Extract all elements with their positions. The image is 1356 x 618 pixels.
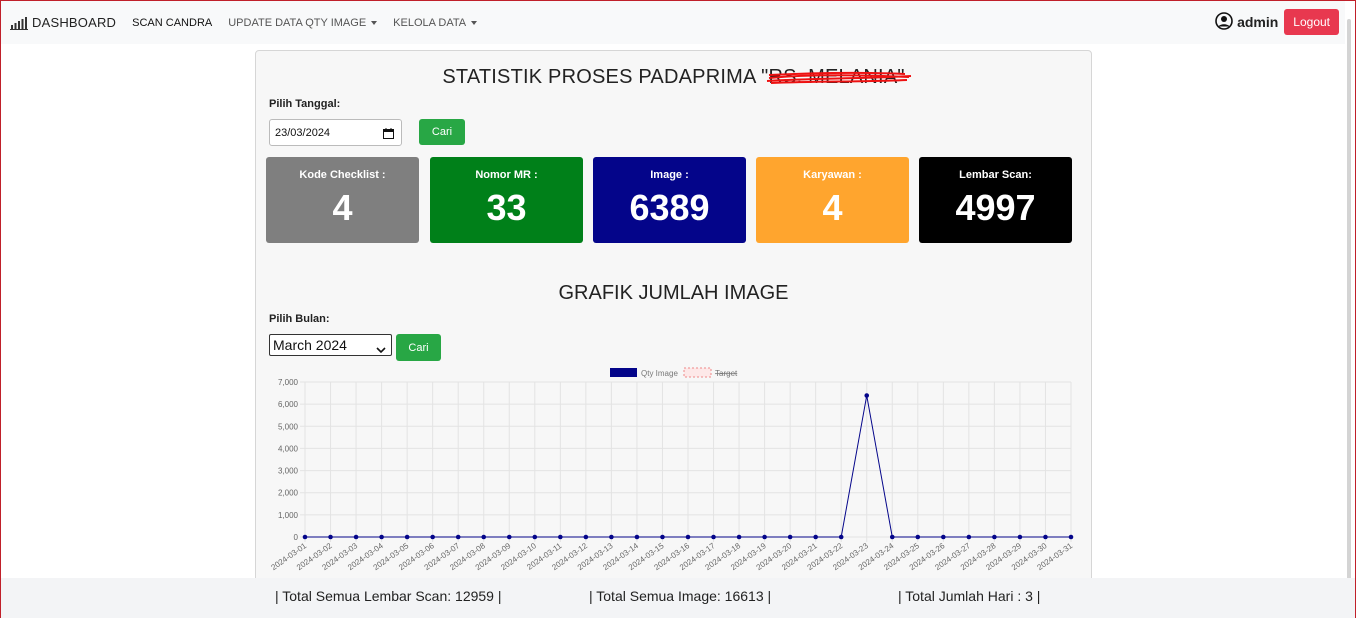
data-point[interactable] xyxy=(583,534,589,540)
brand-label: DASHBOARD xyxy=(32,15,117,30)
user-circle-icon xyxy=(1215,11,1233,33)
redaction-scribble xyxy=(767,71,912,84)
caret-down-icon xyxy=(371,21,378,25)
y-tick-label: 0 xyxy=(294,533,299,542)
user-menu[interactable]: admin xyxy=(1215,11,1279,33)
data-point[interactable] xyxy=(889,534,895,540)
data-point[interactable] xyxy=(455,534,461,540)
data-point[interactable] xyxy=(353,534,359,540)
nav-update-data-dropdown[interactable]: UPDATE DATA QTY IMAGE xyxy=(228,16,378,29)
month-label: Pilih Bulan: xyxy=(269,313,330,325)
data-point[interactable] xyxy=(736,534,742,540)
stat-card-image: Image : 6389 xyxy=(593,157,746,243)
brand-link[interactable]: DASHBOARD xyxy=(10,15,116,30)
month-select[interactable]: March 2024 xyxy=(269,334,392,356)
nav-update-data-label: UPDATE DATA QTY IMAGE xyxy=(228,16,367,29)
stat-label: Karyawan : xyxy=(803,169,862,181)
stat-value: 6389 xyxy=(629,187,710,228)
stat-value: 4 xyxy=(822,187,843,228)
date-label: Pilih Tanggal: xyxy=(269,98,341,110)
chevron-down-icon xyxy=(376,341,386,357)
stat-label: Lembar Scan: xyxy=(959,169,1032,181)
bar-chart-icon xyxy=(10,16,28,30)
data-point[interactable] xyxy=(864,393,870,398)
data-point[interactable] xyxy=(558,534,563,540)
month-search-button[interactable]: Cari xyxy=(396,334,441,361)
stat-card-kode-checklist: Kode Checklist : 4 xyxy=(266,157,419,243)
data-point[interactable] xyxy=(404,534,410,540)
data-point[interactable] xyxy=(992,534,997,540)
data-point[interactable] xyxy=(609,534,614,540)
date-search-button[interactable]: Cari xyxy=(419,119,465,145)
y-tick-label: 6,000 xyxy=(278,400,299,409)
footer-totals: | Total Semua Lembar Scan: 12959 | | Tot… xyxy=(1,578,1355,618)
image-line-chart: 01,0002,0003,0004,0005,0006,0007,0002024… xyxy=(269,367,1075,572)
legend-label-qty-image[interactable]: Qty Image xyxy=(641,369,678,378)
y-tick-label: 1,000 xyxy=(278,511,299,520)
stat-card-nomor-mr: Nomor MR : 33 xyxy=(430,157,583,243)
stat-value: 33 xyxy=(486,187,527,228)
data-point[interactable] xyxy=(379,534,384,540)
stat-label: Kode Checklist : xyxy=(299,169,386,181)
data-point[interactable] xyxy=(838,534,844,540)
total-scan-text: | Total Semua Lembar Scan: 12959 | xyxy=(275,588,502,604)
data-point[interactable] xyxy=(302,534,308,540)
data-point[interactable] xyxy=(660,534,665,540)
stat-label: Nomor MR : xyxy=(475,169,538,181)
statistics-card: STATISTIK PROSES PADAPRIMA "RS. MELANIA"… xyxy=(255,50,1092,590)
y-tick-label: 5,000 xyxy=(278,422,299,431)
y-tick-label: 7,000 xyxy=(278,378,299,387)
legend-swatch-qty-image xyxy=(610,368,637,377)
stat-card-lembar-scan: Lembar Scan: 4997 xyxy=(919,157,1072,243)
total-image-text: | Total Semua Image: 16613 | xyxy=(589,588,772,604)
scrollbar-thumb[interactable] xyxy=(1347,19,1351,581)
stat-card-karyawan: Karyawan : 4 xyxy=(756,157,909,243)
page-title: STATISTIK PROSES PADAPRIMA "RS. MELANIA" xyxy=(256,66,1091,89)
month-select-value: March 2024 xyxy=(273,337,347,353)
y-tick-label: 4,000 xyxy=(278,444,299,453)
data-point[interactable] xyxy=(481,534,487,540)
chart-section-title: GRAFIK JUMLAH IMAGE xyxy=(558,282,789,304)
data-point[interactable] xyxy=(1068,534,1074,540)
data-point[interactable] xyxy=(711,534,716,540)
page-title-text: STATISTIK PROSES PADAPRIMA xyxy=(442,66,756,88)
data-point[interactable] xyxy=(787,534,793,540)
redacted-hospital-name: "RS. MELANIA" xyxy=(761,66,912,89)
data-point[interactable] xyxy=(941,534,946,540)
nav-right: admin Logout xyxy=(1215,9,1339,35)
caret-down-icon xyxy=(471,21,478,25)
data-point[interactable] xyxy=(915,534,921,540)
data-point[interactable] xyxy=(685,534,691,540)
stat-value: 4 xyxy=(332,187,353,228)
calendar-icon[interactable] xyxy=(383,128,394,142)
data-point[interactable] xyxy=(1043,534,1048,540)
date-value: 23/03/2024 xyxy=(275,126,331,139)
data-point[interactable] xyxy=(506,534,512,540)
stat-label: Image : xyxy=(650,169,689,181)
legend-label-target[interactable]: Target xyxy=(715,369,738,378)
date-input[interactable]: 23/03/2024 xyxy=(269,119,402,146)
legend-swatch-target xyxy=(683,367,712,378)
data-point[interactable] xyxy=(328,534,333,540)
nav-kelola-data-dropdown[interactable]: KELOLA DATA xyxy=(393,16,478,29)
nav-kelola-data-label: KELOLA DATA xyxy=(393,16,467,29)
data-point[interactable] xyxy=(634,534,640,540)
data-point[interactable] xyxy=(813,534,818,540)
nav-scan-candra[interactable]: SCAN CANDRA xyxy=(132,17,212,29)
data-point[interactable] xyxy=(966,534,972,540)
scrollbar[interactable] xyxy=(1345,1,1355,581)
y-tick-label: 2,000 xyxy=(278,489,299,498)
data-point[interactable] xyxy=(1017,534,1023,540)
total-days-text: | Total Jumlah Hari : 3 | xyxy=(898,588,1041,604)
data-point[interactable] xyxy=(430,534,435,540)
logout-button[interactable]: Logout xyxy=(1284,9,1339,35)
y-tick-label: 3,000 xyxy=(278,467,299,476)
data-point[interactable] xyxy=(532,534,538,540)
username: admin xyxy=(1237,14,1279,30)
nav-scan-candra-label: SCAN CANDRA xyxy=(132,16,213,29)
data-point[interactable] xyxy=(762,534,767,540)
stat-value: 4997 xyxy=(955,187,1036,228)
navbar: DASHBOARD SCAN CANDRA UPDATE DATA QTY IM… xyxy=(1,1,1355,44)
